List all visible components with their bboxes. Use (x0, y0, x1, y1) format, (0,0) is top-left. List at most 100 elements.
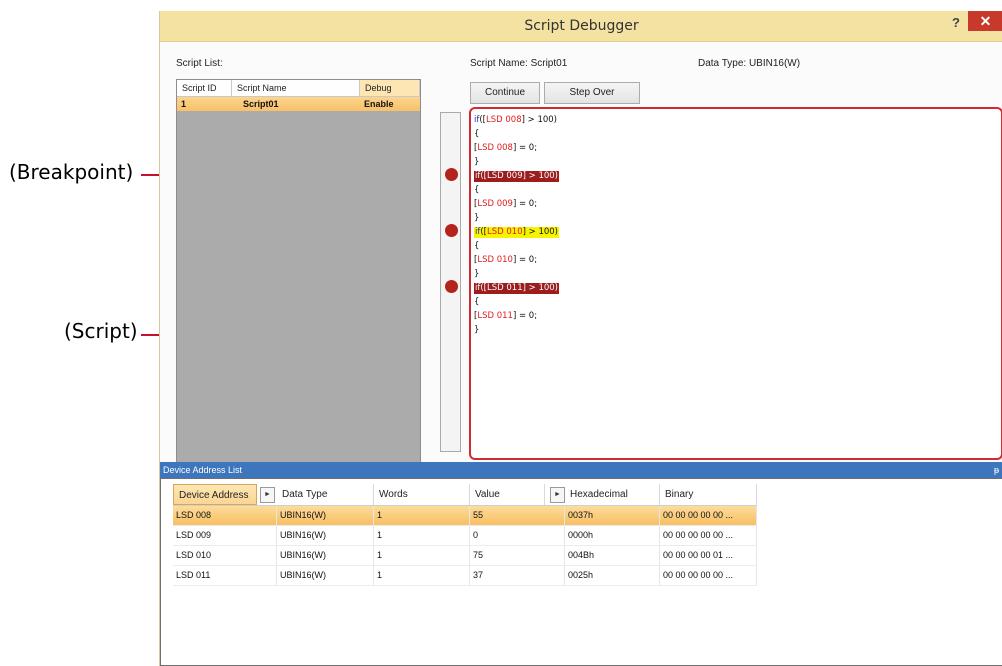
window-title: Script Debugger (524, 18, 639, 34)
code-line[interactable]: } (474, 325, 479, 336)
binary-cell: 00 00 00 00 00 ... (660, 506, 757, 525)
device-address-cell: LSD 011 (173, 566, 277, 585)
value-cell: 55 (470, 506, 565, 525)
device-list-header: Device Address ► Data Type Words Value ►… (173, 484, 757, 506)
column-data-type[interactable]: Data Type (277, 484, 374, 505)
code-token: } (474, 269, 480, 279)
code-token: ] > 100) (522, 283, 558, 293)
close-button[interactable]: ✕ (968, 11, 1002, 31)
data-type-label: Data Type: UBIN16(W) (698, 58, 801, 69)
code-line[interactable]: [LSD 008] = 0; (474, 143, 537, 154)
code-token: { (474, 129, 480, 139)
script-callout: (Script) (64, 319, 138, 343)
table-row[interactable]: LSD 010 UBIN16(W) 1 75 004Bh 00 00 00 00 01 .… (173, 546, 757, 566)
column-debug[interactable]: Debug (360, 80, 420, 96)
table-row[interactable]: LSD 008 UBIN16(W) 1 55 0037h 00 00 00 00 00 .… (173, 506, 757, 526)
code-token: } (474, 157, 480, 167)
pin-icon[interactable]: ᵽ (994, 462, 999, 478)
data-type-cell: UBIN16(W) (277, 506, 374, 525)
value-cell: 75 (470, 546, 565, 565)
code-line[interactable]: } (474, 157, 479, 168)
hexadecimal-cell: 0000h (565, 526, 660, 545)
step-over-button[interactable]: Step Over (544, 82, 640, 104)
column-words[interactable]: Words (374, 484, 470, 505)
code-line[interactable]: } (474, 269, 479, 280)
script-debugger-window: Script Debugger ? ✕ Script List: Script … (159, 11, 1002, 666)
help-button[interactable]: ? (948, 15, 964, 31)
code-token: ] = 0; (512, 143, 538, 153)
code-line[interactable]: [LSD 011] = 0; (474, 311, 537, 322)
script-id-cell: 1 (181, 99, 187, 109)
value-cell: 37 (470, 566, 565, 585)
code-token: ] > 100) (521, 115, 557, 125)
code-line[interactable]: if([LSD 009] > 100) (474, 171, 559, 182)
script-list-label: Script List: (176, 58, 223, 69)
code-line[interactable]: } (474, 213, 479, 224)
expand-arrow-icon[interactable]: ► (550, 487, 565, 503)
code-line[interactable]: { (474, 241, 479, 252)
column-binary[interactable]: Binary (660, 484, 757, 505)
words-cell: 1 (374, 566, 470, 585)
column-hexadecimal[interactable]: Hexadecimal (565, 484, 660, 505)
code-token: { (474, 185, 480, 195)
table-row[interactable]: LSD 011 UBIN16(W) 1 37 0025h 00 00 00 00 00 .… (173, 566, 757, 586)
code-token: { (474, 241, 480, 251)
breakpoint-marker-icon[interactable] (445, 280, 458, 293)
value-cell: 0 (470, 526, 565, 545)
code-line[interactable]: if([LSD 010] > 100) (474, 227, 559, 238)
breakpoint-marker-icon[interactable] (445, 168, 458, 181)
hexadecimal-cell: 004Bh (565, 546, 660, 565)
code-line[interactable]: { (474, 129, 479, 140)
code-token: } (474, 213, 480, 223)
code-token: { (474, 297, 480, 307)
script-name-label: Script Name: Script01 (470, 58, 568, 69)
code-line[interactable]: if([LSD 008] > 100) (474, 115, 557, 126)
code-token: ] = 0; (512, 255, 538, 265)
table-row[interactable]: LSD 009 UBIN16(W) 1 0 0000h 00 00 00 00 00 ..… (173, 526, 757, 546)
breakpoint-marker-icon[interactable] (445, 224, 458, 237)
code-token: LSD 011 (487, 283, 523, 293)
device-address-cell: LSD 009 (173, 526, 277, 545)
title-bar[interactable]: Script Debugger ? ✕ (160, 11, 1002, 42)
hexadecimal-cell: 0037h (565, 506, 660, 525)
column-value[interactable]: Value (470, 484, 545, 505)
code-token: ([ (480, 283, 487, 293)
code-token: ([ (480, 171, 487, 181)
words-cell: 1 (374, 526, 470, 545)
code-token: LSD 010 (487, 227, 523, 237)
column-script-name[interactable]: Script Name (232, 80, 360, 96)
code-line[interactable]: [LSD 010] = 0; (474, 255, 537, 266)
script-list-table[interactable]: Script ID Script Name Debug 1 Script01 E… (176, 79, 421, 463)
device-address-cell: LSD 010 (173, 546, 277, 565)
code-token: ] = 0; (512, 311, 538, 321)
code-line[interactable]: { (474, 297, 479, 308)
code-token: LSD 010 (477, 255, 513, 265)
breakpoint-callout: (Breakpoint) (9, 160, 134, 184)
code-token: ] > 100) (522, 171, 558, 181)
code-line[interactable]: if([LSD 011] > 100) (474, 283, 559, 294)
code-token: } (474, 325, 480, 335)
words-cell: 1 (374, 506, 470, 525)
column-script-id[interactable]: Script ID (177, 80, 232, 96)
words-cell: 1 (374, 546, 470, 565)
script-name-cell: Script01 (243, 99, 279, 109)
code-line[interactable]: [LSD 009] = 0; (474, 199, 537, 210)
expand-arrow-icon[interactable]: ► (260, 487, 275, 503)
hexadecimal-cell: 0025h (565, 566, 660, 585)
data-type-cell: UBIN16(W) (277, 526, 374, 545)
device-address-cell: LSD 008 (173, 506, 277, 525)
binary-cell: 00 00 00 00 00 ... (660, 526, 757, 545)
data-type-cell: UBIN16(W) (277, 546, 374, 565)
binary-cell: 00 00 00 00 01 ... (660, 546, 757, 565)
code-token: LSD 008 (477, 143, 513, 153)
code-token: LSD 008 (486, 115, 522, 125)
column-device-address[interactable]: Device Address (173, 484, 257, 505)
debug-cell: Enable (364, 99, 394, 109)
script-code-editor[interactable]: if([LSD 008] > 100) { [LSD 008] = 0;} if([L… (469, 107, 1002, 460)
code-token: ([ (479, 115, 486, 125)
code-line[interactable]: { (474, 185, 479, 196)
binary-cell: 00 00 00 00 00 ... (660, 566, 757, 585)
script-list-row[interactable]: 1 Script01 Enable (177, 97, 420, 111)
continue-button[interactable]: Continue (470, 82, 540, 104)
code-token: ] > 100) (522, 227, 558, 237)
